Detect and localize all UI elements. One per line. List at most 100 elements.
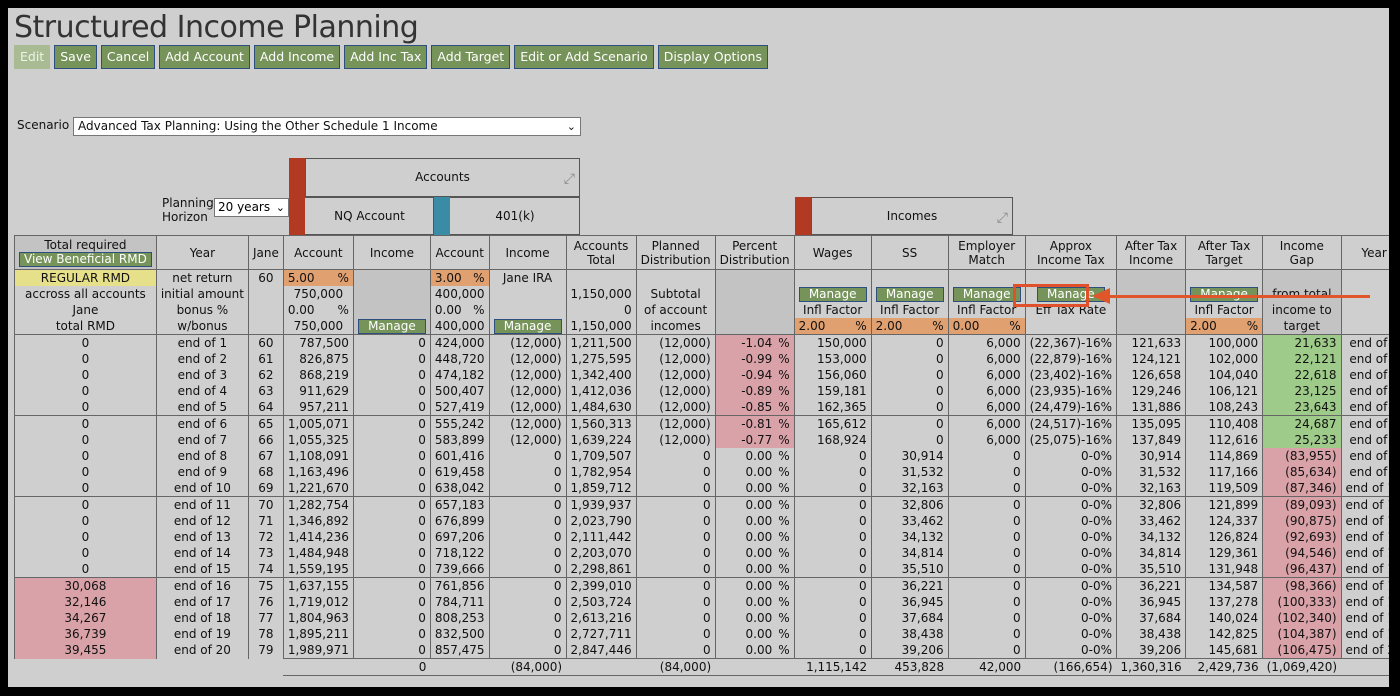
- total-value: 1,782,954: [570, 464, 632, 479]
- percent-sign: %: [932, 318, 944, 333]
- ss-cell: 34,814: [870, 545, 949, 561]
- k-income-value: 0: [553, 480, 562, 495]
- k-income-cell: 0: [488, 496, 567, 513]
- k-rate-cell[interactable]: 3.00%: [429, 269, 490, 286]
- table-row: 32,146 end of 17 76 1,719,012 0 784,711 0 2,503…: [14, 594, 1389, 610]
- year2-cell: end of 3: [1340, 367, 1389, 383]
- view-beneficial-rmd-button[interactable]: View Beneficial RMD: [19, 252, 152, 267]
- wages-cell: 0: [793, 545, 872, 561]
- emp-infl-cell[interactable]: 0.00%: [947, 318, 1026, 335]
- nq-cell: 911,629: [282, 383, 354, 399]
- wages-infl-cell[interactable]: 2.00%: [793, 318, 872, 335]
- year-value: end of 20: [173, 642, 231, 657]
- k-income-cell: 0: [488, 610, 567, 626]
- manage-target-button[interactable]: Manage: [1190, 286, 1259, 302]
- k-income-value: (12,000): [510, 351, 562, 366]
- k-bonus-cell: 0.00%: [429, 302, 490, 318]
- k-initial-cell: 400,000: [429, 286, 490, 302]
- ati-empty: [1116, 318, 1186, 335]
- add-inc-tax-button[interactable]: Add Inc Tax: [344, 45, 428, 69]
- gap-value: (90,875): [1285, 513, 1337, 528]
- total-emp: 42,000: [979, 659, 1022, 674]
- ati-value: 121,633: [1131, 335, 1182, 350]
- year-value: end of 12: [173, 513, 231, 528]
- cancel-button[interactable]: Cancel: [100, 45, 156, 69]
- k-cell: 857,475: [429, 642, 490, 659]
- add-target-button[interactable]: Add Target: [431, 45, 511, 69]
- manage-wages-cell[interactable]: Manage: [793, 286, 872, 302]
- incomes-group-label: Incomes: [886, 209, 938, 223]
- planned-value: 0: [703, 529, 711, 544]
- age-value: 79: [258, 642, 274, 657]
- gap-desc-cell-2: income to: [1262, 302, 1342, 318]
- manage-401k-income-button[interactable]: Manage: [493, 318, 562, 334]
- year2-setup: [1340, 269, 1389, 286]
- manage-target-cell[interactable]: Manage: [1185, 286, 1263, 302]
- planned-cell: 0: [635, 496, 716, 513]
- total-rmd-cell: total RMD: [14, 318, 157, 335]
- ss-infl-cell[interactable]: 2.00%: [870, 318, 949, 335]
- emp-cell: 0: [947, 513, 1026, 529]
- planned-value: 0: [703, 578, 711, 593]
- totals-pct: [715, 658, 795, 676]
- scenario-select[interactable]: Advanced Tax Planning: Using the Other S…: [73, 117, 581, 136]
- tax-cell: 0-0%: [1024, 496, 1117, 513]
- manage-employer-match-button[interactable]: Manage: [952, 286, 1021, 302]
- collapse-icon[interactable]: ⤢: [564, 161, 575, 198]
- callout-arrow-line: [1108, 295, 1370, 298]
- target-cell: 145,681: [1185, 642, 1263, 659]
- planned-value: (12,000): [659, 335, 711, 350]
- add-income-button[interactable]: Add Income: [253, 45, 341, 69]
- rmd-cell: 0: [14, 464, 157, 480]
- gap-value: (89,093): [1285, 497, 1337, 512]
- manage-ss-button[interactable]: Manage: [875, 286, 944, 302]
- collapse-icon[interactable]: ⤢: [997, 200, 1008, 236]
- initial-amount-label: initial amount: [160, 286, 244, 301]
- age-value: 74: [258, 561, 274, 576]
- pct-setup: [714, 269, 795, 286]
- total-value: 2,298,861: [570, 561, 632, 576]
- rmd-cell: 0: [14, 545, 157, 561]
- edit-button[interactable]: Edit: [14, 45, 51, 69]
- year2-value: end of 11: [1345, 497, 1389, 512]
- emp-cell: 0: [947, 594, 1026, 610]
- planning-horizon-select[interactable]: 20 years ⌄: [214, 198, 289, 217]
- nq-income-empty: [352, 302, 431, 318]
- manage-nq-income-button[interactable]: Manage: [357, 318, 426, 334]
- gap-cell: (85,634): [1262, 464, 1342, 480]
- pct-cell: -0.94%: [714, 367, 795, 383]
- nq-income-value: 0: [418, 464, 426, 479]
- total-cell: 1,560,313: [565, 415, 637, 432]
- table-row: 39,455 end of 20 79 1,989,971 0 857,475 0 2,847…: [14, 642, 1389, 659]
- nq-cell: 1,055,325: [282, 432, 354, 448]
- edit-or-add-scenario-button[interactable]: Edit or Add Scenario: [514, 45, 654, 69]
- manage-wages-button[interactable]: Manage: [798, 286, 867, 302]
- total-value: 2,503,724: [570, 594, 632, 609]
- manage-401k-income-cell[interactable]: Manage: [488, 318, 567, 335]
- tax-value: 0-0%: [1081, 561, 1113, 576]
- wages-value: 0: [859, 448, 867, 463]
- pct-value: -1.04: [741, 335, 773, 350]
- tax-cell: (23,935)-16%: [1024, 383, 1117, 399]
- emp-value: 0: [1013, 464, 1021, 479]
- wages-cell: 0: [793, 480, 872, 497]
- nq-income-value: 0: [418, 642, 426, 657]
- year2-cell: end of 10: [1340, 480, 1389, 497]
- ss-cell: 34,132: [870, 529, 949, 545]
- display-options-button[interactable]: Display Options: [657, 45, 768, 69]
- k-cell: 808,253: [429, 610, 490, 626]
- manage-nq-income-cell[interactable]: Manage: [352, 318, 431, 335]
- k-value: 601,416: [434, 448, 485, 463]
- ss-cell: 36,945: [870, 594, 949, 610]
- nq-rate-cell[interactable]: 5.00%: [282, 269, 354, 286]
- save-button[interactable]: Save: [54, 45, 97, 69]
- emp-value: 0: [1013, 578, 1021, 593]
- age-cell: 64: [247, 399, 284, 416]
- pct-value: -0.99: [741, 351, 773, 366]
- target-infl-cell[interactable]: 2.00%: [1185, 318, 1263, 335]
- k-cell: 583,899: [429, 432, 490, 448]
- nq-value: 1,414,236: [287, 529, 349, 544]
- chevron-down-icon: ⌄: [275, 201, 285, 214]
- add-account-button[interactable]: Add Account: [159, 45, 250, 69]
- manage-ss-cell[interactable]: Manage: [870, 286, 949, 302]
